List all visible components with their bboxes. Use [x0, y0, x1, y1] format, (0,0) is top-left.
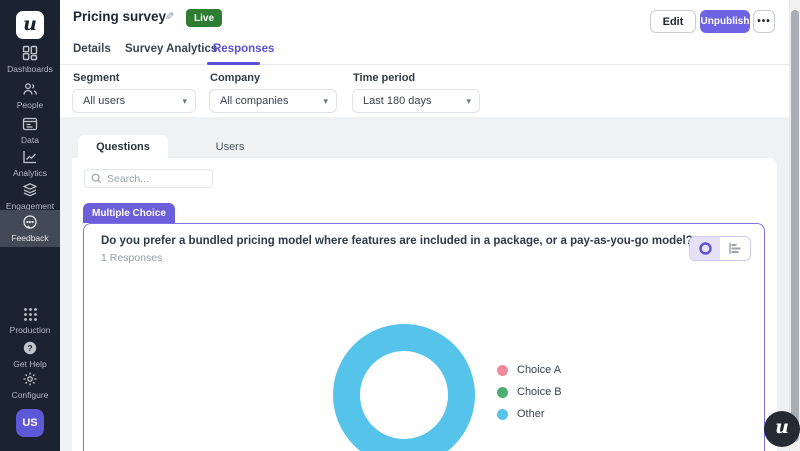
edit-button[interactable]: Edit: [650, 10, 696, 33]
gear-icon: [22, 371, 38, 387]
people-icon: [22, 81, 38, 97]
company-dropdown-value: All companies: [220, 95, 289, 107]
sidebar-item-label: Configure: [11, 390, 49, 400]
legend-item-choice-a[interactable]: Choice A: [497, 364, 562, 376]
question-text: Do you prefer a bundled pricing model wh…: [101, 235, 693, 247]
legend-item-choice-b[interactable]: Choice B: [497, 386, 562, 398]
sidebar-item-feedback[interactable]: Feedback: [0, 210, 60, 247]
scrollbar-thumb[interactable]: [791, 10, 799, 442]
userpilot-badge-glyph: u: [775, 416, 789, 438]
donut-chart-toggle-button[interactable]: [690, 237, 720, 260]
userpilot-logo-glyph: u: [23, 12, 37, 35]
sidebar-item-label: Production: [9, 325, 51, 335]
sidebar-item-configure[interactable]: Configure: [0, 371, 60, 400]
sidebar-item-analytics[interactable]: Analytics: [0, 149, 60, 178]
responses-content: Questions Users Multiple Choice Do you p…: [60, 117, 800, 451]
segment-dropdown[interactable]: All users ▾: [72, 89, 196, 113]
bar-chart-toggle-button[interactable]: [720, 237, 750, 260]
legend-item-other[interactable]: Other: [497, 408, 562, 420]
legend-dot-choice-b: [497, 386, 508, 398]
sidebar-item-data[interactable]: Data: [0, 116, 60, 145]
analytics-icon: [22, 149, 38, 165]
help-icon: ?: [22, 340, 38, 356]
userpilot-floating-badge[interactable]: u: [764, 411, 800, 447]
tab-details[interactable]: Details: [73, 43, 111, 55]
time-period-dropdown-value: Last 180 days: [363, 95, 432, 107]
segment-dropdown-value: All users: [83, 95, 126, 107]
bar-chart-icon: [729, 243, 741, 254]
chevron-down-icon: ▾: [323, 95, 328, 106]
question-card: Do you prefer a bundled pricing model wh…: [83, 223, 765, 451]
status-badge: Live: [186, 9, 223, 27]
sidebar-item-dashboards[interactable]: Dashboards: [0, 45, 60, 74]
dashboards-icon: [22, 45, 38, 61]
page-header: Pricing survey ✎ Live Edit Unpublish •••…: [60, 0, 800, 117]
user-avatar[interactable]: US: [16, 409, 44, 437]
chevron-down-icon: ▾: [182, 95, 187, 106]
chart-type-toggle: [689, 236, 751, 261]
chevron-down-icon: ▾: [466, 95, 471, 106]
search-box[interactable]: [84, 169, 213, 188]
sidebar-item-get-help[interactable]: ? Get Help: [0, 340, 60, 369]
legend-dot-other: [497, 408, 508, 420]
donut-segment-other[interactable]: [333, 324, 475, 451]
userpilot-logo[interactable]: u: [16, 11, 44, 39]
sidebar-item-people[interactable]: People: [0, 81, 60, 110]
tab-users[interactable]: Users: [190, 135, 270, 159]
segment-filter-label: Segment: [73, 72, 120, 84]
feedback-icon: [22, 214, 38, 230]
sidebar-item-label: Feedback: [11, 233, 49, 243]
tab-responses[interactable]: Responses: [213, 43, 274, 55]
legend-label: Choice B: [517, 386, 562, 398]
edit-title-pencil-icon[interactable]: ✎: [165, 10, 174, 23]
questions-panel: Multiple Choice Do you prefer a bundled …: [72, 158, 777, 451]
active-tab-underline: [207, 62, 260, 65]
tab-survey-analytics[interactable]: Survey Analytics: [125, 43, 217, 55]
legend-dot-choice-a: [497, 364, 508, 376]
legend-label: Choice A: [517, 364, 562, 376]
donut-chart-icon: [698, 242, 712, 255]
search-icon: [91, 173, 102, 184]
company-dropdown[interactable]: All companies ▾: [209, 89, 337, 113]
sidebar-item-label: Get Help: [13, 359, 47, 369]
company-filter-label: Company: [210, 72, 261, 84]
responses-count: 1 Responses: [101, 252, 163, 264]
svg-text:?: ?: [27, 343, 32, 353]
sidebar-item-engagement[interactable]: Engagement: [0, 182, 60, 211]
unpublish-button[interactable]: Unpublish: [700, 10, 750, 33]
time-period-dropdown[interactable]: Last 180 days ▾: [352, 89, 480, 113]
data-icon: [22, 116, 38, 132]
question-type-tag: Multiple Choice: [83, 203, 175, 223]
sidebar: u Dashboards People Data Analytics Engag…: [0, 0, 60, 451]
chart-legend: Choice A Choice B Other: [497, 364, 562, 430]
sidebar-item-production[interactable]: Production: [0, 307, 60, 335]
tab-questions[interactable]: Questions: [78, 135, 168, 159]
page-title: Pricing survey: [73, 9, 167, 24]
sidebar-item-label: Dashboards: [7, 64, 53, 74]
sidebar-item-label: People: [16, 100, 44, 110]
engagement-icon: [22, 182, 38, 198]
donut-chart[interactable]: [331, 322, 477, 451]
app-window: u Dashboards People Data Analytics Engag…: [0, 0, 800, 451]
search-input[interactable]: [107, 172, 197, 185]
sidebar-item-label: Data: [21, 135, 39, 145]
avatar-initials: US: [22, 417, 38, 429]
survey-tab-bar: Details Survey Analytics Responses: [60, 40, 800, 65]
production-grid-icon: [23, 307, 38, 322]
more-options-button[interactable]: •••: [753, 10, 775, 33]
sidebar-item-label: Analytics: [12, 168, 47, 178]
legend-label: Other: [517, 408, 545, 420]
scrollbar-track[interactable]: [789, 0, 800, 451]
time-period-filter-label: Time period: [353, 72, 416, 84]
